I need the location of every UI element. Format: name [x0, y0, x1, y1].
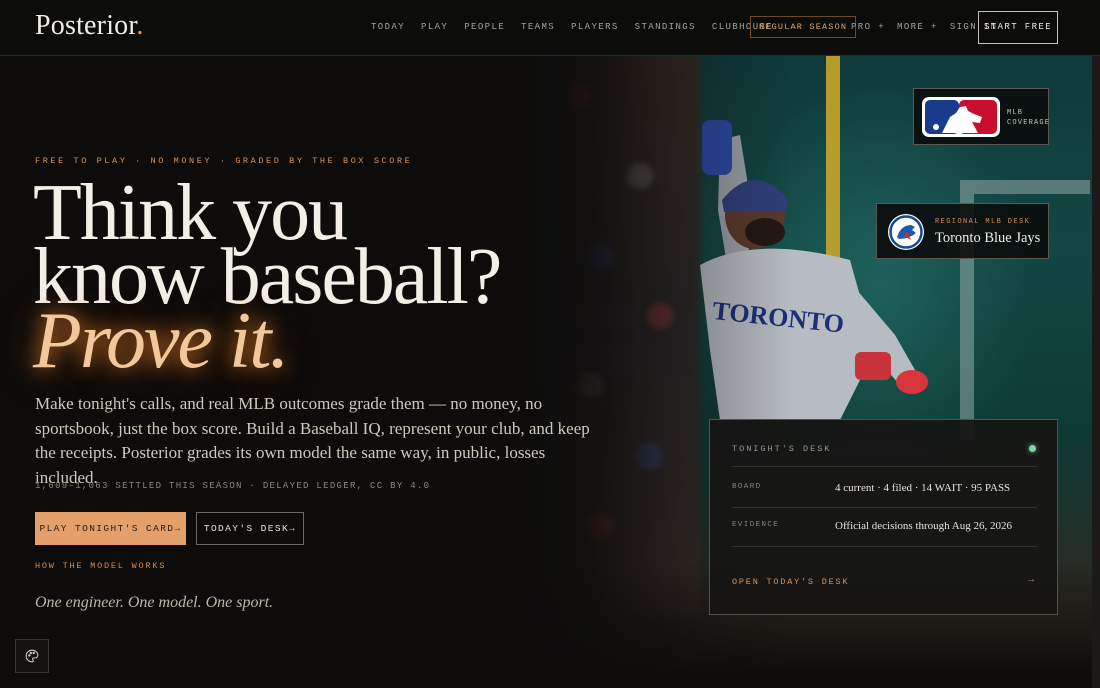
settled-ledger-stat: 1,609–1,063 SETTLED THIS SEASON · DELAYE… [35, 481, 431, 491]
regular-season-button[interactable]: REGULAR SEASON [750, 16, 857, 38]
team-name: Toronto Blue Jays [935, 230, 1041, 246]
hero-tagline: One engineer. One model. One sport. [35, 594, 274, 611]
regional-team-card[interactable]: REGIONAL MLB DESK Toronto Blue Jays [876, 203, 1049, 259]
play-tonights-card-button[interactable]: PLAY TONIGHT'S CARD→ [35, 512, 186, 545]
board-label: BOARD [732, 483, 762, 491]
regional-desk-label: REGIONAL MLB DESK [935, 218, 1031, 226]
hero-eyebrow: FREE TO PLAY · NO MONEY · GRADED BY THE … [35, 156, 413, 166]
divider [732, 546, 1037, 547]
open-todays-desk-link[interactable]: OPEN TODAY'S DESK [732, 577, 849, 587]
pro-menu-link[interactable]: PRO + [851, 22, 885, 32]
mlb-coverage-card[interactable]: MLB COVERAGE [913, 88, 1049, 145]
blue-jays-logo-icon [888, 214, 924, 250]
nav-link-today[interactable]: TODAY [371, 22, 405, 32]
arrow-right-icon[interactable]: → [1028, 575, 1034, 586]
evidence-label: EVIDENCE [732, 521, 780, 529]
hero-lede: Make tonight's calls, and real MLB outco… [35, 394, 590, 487]
mlb-coverage-label: MLB COVERAGE [1007, 109, 1051, 127]
palette-icon [25, 649, 39, 663]
todays-desk-button[interactable]: TODAY'S DESK→ [196, 512, 304, 545]
main-nav: TODAY PLAY PEOPLE TEAMS PLAYERS STANDING… [371, 22, 789, 32]
page-scrollbar[interactable] [1092, 56, 1100, 688]
divider [732, 466, 1037, 467]
nav-link-play[interactable]: PLAY [421, 22, 448, 32]
more-menu-link[interactable]: MORE + [897, 22, 938, 32]
live-status-dot-icon [1029, 445, 1036, 452]
nav-link-players[interactable]: PLAYERS [571, 22, 619, 32]
hero-headline-prove-it: Prove it. [33, 297, 289, 385]
tonights-desk-card: TONIGHT'S DESK BOARD 4 current · 4 filed… [709, 419, 1058, 615]
divider [732, 507, 1037, 508]
mlb-logo-icon [922, 97, 1000, 137]
brand-logo[interactable]: Posterior. [35, 10, 144, 42]
nav-link-people[interactable]: PEOPLE [464, 22, 505, 32]
theme-palette-button[interactable] [15, 639, 49, 673]
start-free-button[interactable]: START FREE [978, 11, 1058, 44]
board-value: 4 current · 4 filed · 14 WAIT · 95 PASS [835, 482, 1011, 494]
nav-link-standings[interactable]: STANDINGS [635, 22, 696, 32]
evidence-value: Official decisions through Aug 26, 2026 [835, 520, 1012, 532]
site-header: Posterior. TODAY PLAY PEOPLE TEAMS PLAYE… [0, 0, 1100, 56]
desk-card-title: TONIGHT'S DESK [732, 444, 832, 454]
how-the-model-works-link[interactable]: HOW THE MODEL WORKS [35, 561, 166, 571]
nav-link-teams[interactable]: TEAMS [521, 22, 555, 32]
